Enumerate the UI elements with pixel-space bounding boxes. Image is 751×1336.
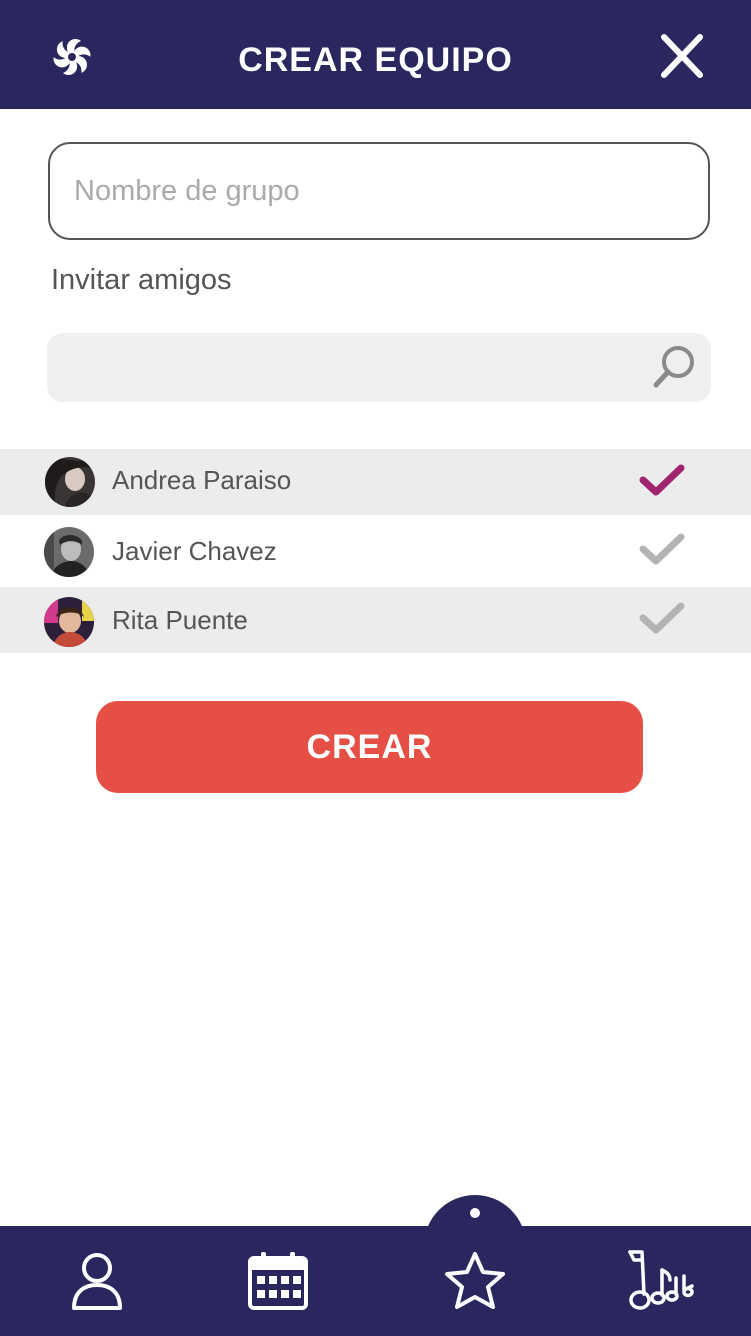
check-unselected-icon[interactable] — [639, 533, 685, 567]
friend-name: Javier Chavez — [112, 536, 277, 566]
create-team-button[interactable]: CREAR — [96, 701, 643, 793]
header-bar: CREAR EQUIPO — [0, 0, 751, 109]
avatar — [44, 597, 94, 647]
friend-row[interactable]: Andrea Paraiso — [0, 449, 751, 515]
friend-name: Rita Puente — [112, 605, 248, 635]
group-name-input[interactable] — [48, 142, 710, 240]
friend-name: Andrea Paraiso — [112, 465, 292, 495]
friend-row[interactable]: Rita Puente — [0, 587, 751, 653]
music-notes-icon[interactable] — [626, 1248, 696, 1312]
friend-row[interactable]: Javier Chavez — [0, 518, 751, 584]
calendar-icon[interactable] — [246, 1250, 310, 1312]
check-unselected-icon[interactable] — [639, 602, 685, 636]
friend-search-input[interactable] — [63, 333, 627, 404]
check-selected-icon[interactable] — [639, 464, 685, 498]
active-dot — [470, 1208, 480, 1218]
search-icon[interactable] — [651, 344, 697, 390]
invite-friends-label: Invitar amigos — [51, 264, 232, 296]
avatar — [44, 527, 94, 577]
avatar — [45, 457, 95, 507]
profile-icon[interactable] — [70, 1252, 124, 1312]
close-icon[interactable] — [658, 34, 706, 78]
star-icon[interactable] — [443, 1250, 507, 1312]
friend-search-box — [47, 333, 711, 404]
page-title: CREAR EQUIPO — [238, 41, 513, 79]
